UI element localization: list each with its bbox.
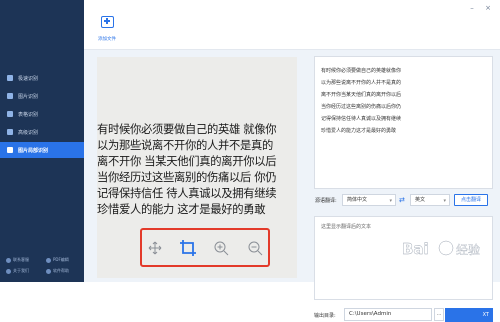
image-tools (144, 237, 269, 262)
top-toolbar: 添加文件 – × (84, 0, 500, 50)
result-line: 离不开你当某天他们真的离开你以后 (321, 92, 402, 98)
support-icon (6, 257, 11, 263)
contact-support-link[interactable]: 联系客服 (6, 257, 29, 263)
pdf-edit-link[interactable]: PDF编辑 (46, 257, 69, 263)
result-line: 以为那些说离不开你的人并不是真的 (321, 80, 402, 86)
add-file-label: 添加文件 (98, 37, 116, 42)
source-language-select[interactable]: 简体中文 ▾ (342, 194, 396, 206)
zoom-out-icon[interactable] (244, 237, 266, 259)
sidebar-item-label: 图片识别 (18, 93, 39, 100)
pdf-edit-label: PDF编辑 (53, 257, 69, 262)
output-dir-label: 输出目录: (314, 313, 336, 319)
result-line: 珍惜爱人的能力这才是最好的勇敢 (321, 128, 397, 134)
sidebar-item-label: 高级识别 (18, 129, 39, 136)
image-text-line: 离不开你 当某天他们真的离开你以后 (97, 155, 277, 168)
help-icon (46, 268, 51, 274)
minimize-icon[interactable]: – (468, 4, 476, 12)
about-link[interactable]: 关于我们 (6, 268, 29, 274)
fast-ocr-icon (7, 75, 13, 81)
image-text-line: 记得保持信任 待人真诚以及拥有继续 (97, 187, 277, 200)
chevron-down-icon: ▾ (389, 198, 392, 204)
source-language-value: 简体中文 (347, 197, 368, 203)
about-label: 关于我们 (13, 268, 29, 273)
app-window: 极速识别 图片识别 表格识别 高级识别 图片局部识别 联系客服 PDF编辑 关于… (0, 0, 500, 322)
pdf-icon (46, 257, 51, 263)
sidebar-item-image-ocr[interactable]: 图片识别 (0, 88, 84, 104)
crop-icon[interactable] (177, 237, 199, 259)
contact-support-label: 联系客服 (13, 257, 29, 262)
sidebar-item-advanced-ocr[interactable]: 高级识别 (0, 124, 84, 140)
result-line: 记得保持信任待人真诚以及拥有继续 (321, 116, 402, 122)
browse-button[interactable]: ... (434, 308, 444, 321)
translate-button[interactable]: 点击翻译 (454, 194, 488, 206)
close-icon[interactable]: × (484, 4, 492, 12)
image-text-line: 有时候你必须要做自己的英雄 就像你 (97, 123, 277, 136)
translate-row: 源语翻译: 简体中文 ▾ ⇄ 英文 ▾ 点击翻译 (314, 193, 500, 207)
help-label: 软件帮助 (53, 268, 69, 273)
image-ocr-icon (7, 93, 13, 99)
baidu-watermark-logo: Bai 经验 (400, 236, 496, 262)
export-button[interactable]: XT (445, 308, 493, 322)
sidebar-item-label: 极速识别 (18, 75, 39, 82)
target-language-value: 英文 (415, 197, 426, 203)
sidebar-item-label: 表格识别 (18, 111, 39, 118)
chevron-down-icon: ▾ (443, 198, 446, 204)
swap-language-icon[interactable]: ⇄ (399, 196, 405, 204)
image-text-line: 珍惜爱人的能力 这才是最好的勇敢 (97, 203, 266, 216)
sidebar: 极速识别 图片识别 表格识别 高级识别 图片局部识别 联系客服 PDF编辑 关于… (0, 0, 84, 282)
translate-label: 源语翻译: (315, 198, 337, 204)
table-ocr-icon (7, 111, 13, 117)
ocr-result-text[interactable]: 有时候你必须要做自己的英雄就像你 以为那些说离不开你的人并不是真的 离不开你当某… (314, 56, 493, 189)
advanced-ocr-icon (7, 129, 13, 135)
image-text-line: 以为那些说离不开你的人并不是真的 (97, 139, 273, 152)
sidebar-item-fast-ocr[interactable]: 极速识别 (0, 70, 84, 86)
sidebar-item-partial-ocr[interactable]: 图片局部识别 (0, 142, 84, 158)
image-text-line: 当你经历过这些离别的伤痛以后 你仍 (97, 171, 277, 184)
add-file-icon (101, 16, 114, 28)
add-file-button[interactable]: 添加文件 (92, 10, 122, 44)
output-dir-input[interactable]: C:\Users\Admin (344, 308, 432, 321)
zoom-in-icon[interactable] (210, 237, 232, 259)
translation-placeholder: 这里显示翻译后的文本 (321, 224, 372, 230)
svg-text:Bai: Bai (402, 240, 429, 258)
result-line: 有时候你必须要做自己的英雄就像你 (321, 68, 402, 74)
move-icon[interactable] (144, 237, 166, 259)
sidebar-item-label: 图片局部识别 (18, 147, 49, 154)
output-row: 输出目录: C:\Users\Admin ... XT (314, 308, 500, 322)
sidebar-item-table-ocr[interactable]: 表格识别 (0, 106, 84, 122)
partial-ocr-icon (7, 147, 13, 153)
svg-text:经验: 经验 (456, 242, 480, 257)
result-line: 当你经历过这些离别的伤痛以后你仍 (321, 104, 402, 110)
about-icon (6, 268, 11, 274)
help-link[interactable]: 软件帮助 (46, 268, 69, 274)
target-language-select[interactable]: 英文 ▾ (410, 194, 450, 206)
